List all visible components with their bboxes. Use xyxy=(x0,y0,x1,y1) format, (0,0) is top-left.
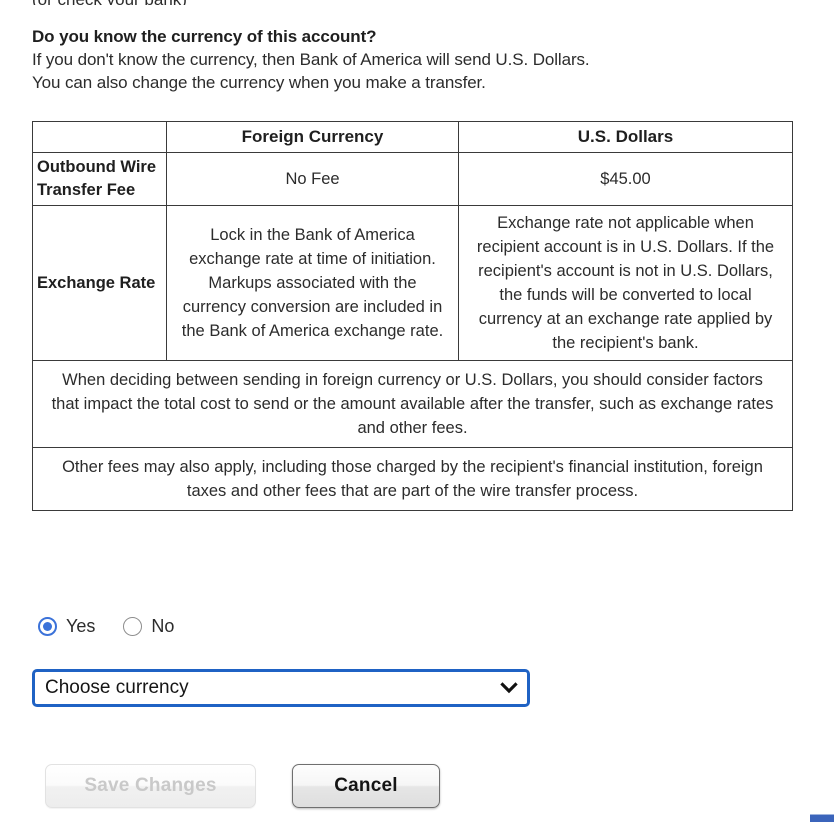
radio-label-yes: Yes xyxy=(66,616,96,636)
currency-select[interactable]: Choose currency xyxy=(32,669,530,707)
cancel-button[interactable]: Cancel xyxy=(292,764,440,808)
cell-outbound-fee-usd: $45.00 xyxy=(458,152,793,206)
table-header-foreign-currency: Foreign Currency xyxy=(166,121,459,153)
table-row: Other fees may also apply, including tho… xyxy=(32,447,793,511)
save-changes-button[interactable]: Save Changes xyxy=(45,764,256,808)
intro-block: Do you know the currency of this account… xyxy=(32,26,807,94)
currency-known-radio-group: Yes No xyxy=(38,616,202,636)
table-header-us-dollars: U.S. Dollars xyxy=(458,121,793,153)
table-row: Exchange Rate Lock in the Bank of Americ… xyxy=(32,205,793,361)
scrollbar-fragment[interactable] xyxy=(810,814,834,822)
radio-label-no: No xyxy=(151,616,175,636)
cell-exchange-rate-usd: Exchange rate not applicable when recipi… xyxy=(458,205,793,361)
table-note-other-fees: Other fees may also apply, including tho… xyxy=(32,447,793,511)
chevron-down-icon xyxy=(500,682,518,694)
radio-unselected-icon[interactable] xyxy=(123,616,143,636)
cell-exchange-rate-foreign: Lock in the Bank of America exchange rat… xyxy=(166,205,459,361)
clipped-text-above: (or check your bank) xyxy=(32,0,802,5)
intro-line-2: You can also change the currency when yo… xyxy=(32,73,486,92)
radio-selected-icon[interactable] xyxy=(38,616,57,636)
form-actions: Save Changes Cancel xyxy=(45,764,440,808)
intro-line-1: If you don't know the currency, then Ban… xyxy=(32,50,590,69)
currency-select-value: Choose currency xyxy=(45,677,189,698)
table-note-deciding: When deciding between sending in foreign… xyxy=(32,360,793,448)
page-title: Do you know the currency of this account… xyxy=(32,27,377,46)
table-header-blank xyxy=(32,121,167,153)
cell-outbound-fee-foreign: No Fee xyxy=(166,152,459,206)
table-row: When deciding between sending in foreign… xyxy=(32,360,793,448)
table-header-row: Foreign Currency U.S. Dollars xyxy=(32,121,793,153)
row-label-outbound-wire-transfer-fee: Outbound Wire Transfer Fee xyxy=(32,152,167,206)
fee-comparison-table: Foreign Currency U.S. Dollars Outbound W… xyxy=(32,121,793,511)
row-label-exchange-rate: Exchange Rate xyxy=(32,205,167,361)
table-row: Outbound Wire Transfer Fee No Fee $45.00 xyxy=(32,152,793,206)
radio-option-yes[interactable]: Yes xyxy=(38,616,95,636)
radio-option-no[interactable]: No xyxy=(123,616,174,636)
